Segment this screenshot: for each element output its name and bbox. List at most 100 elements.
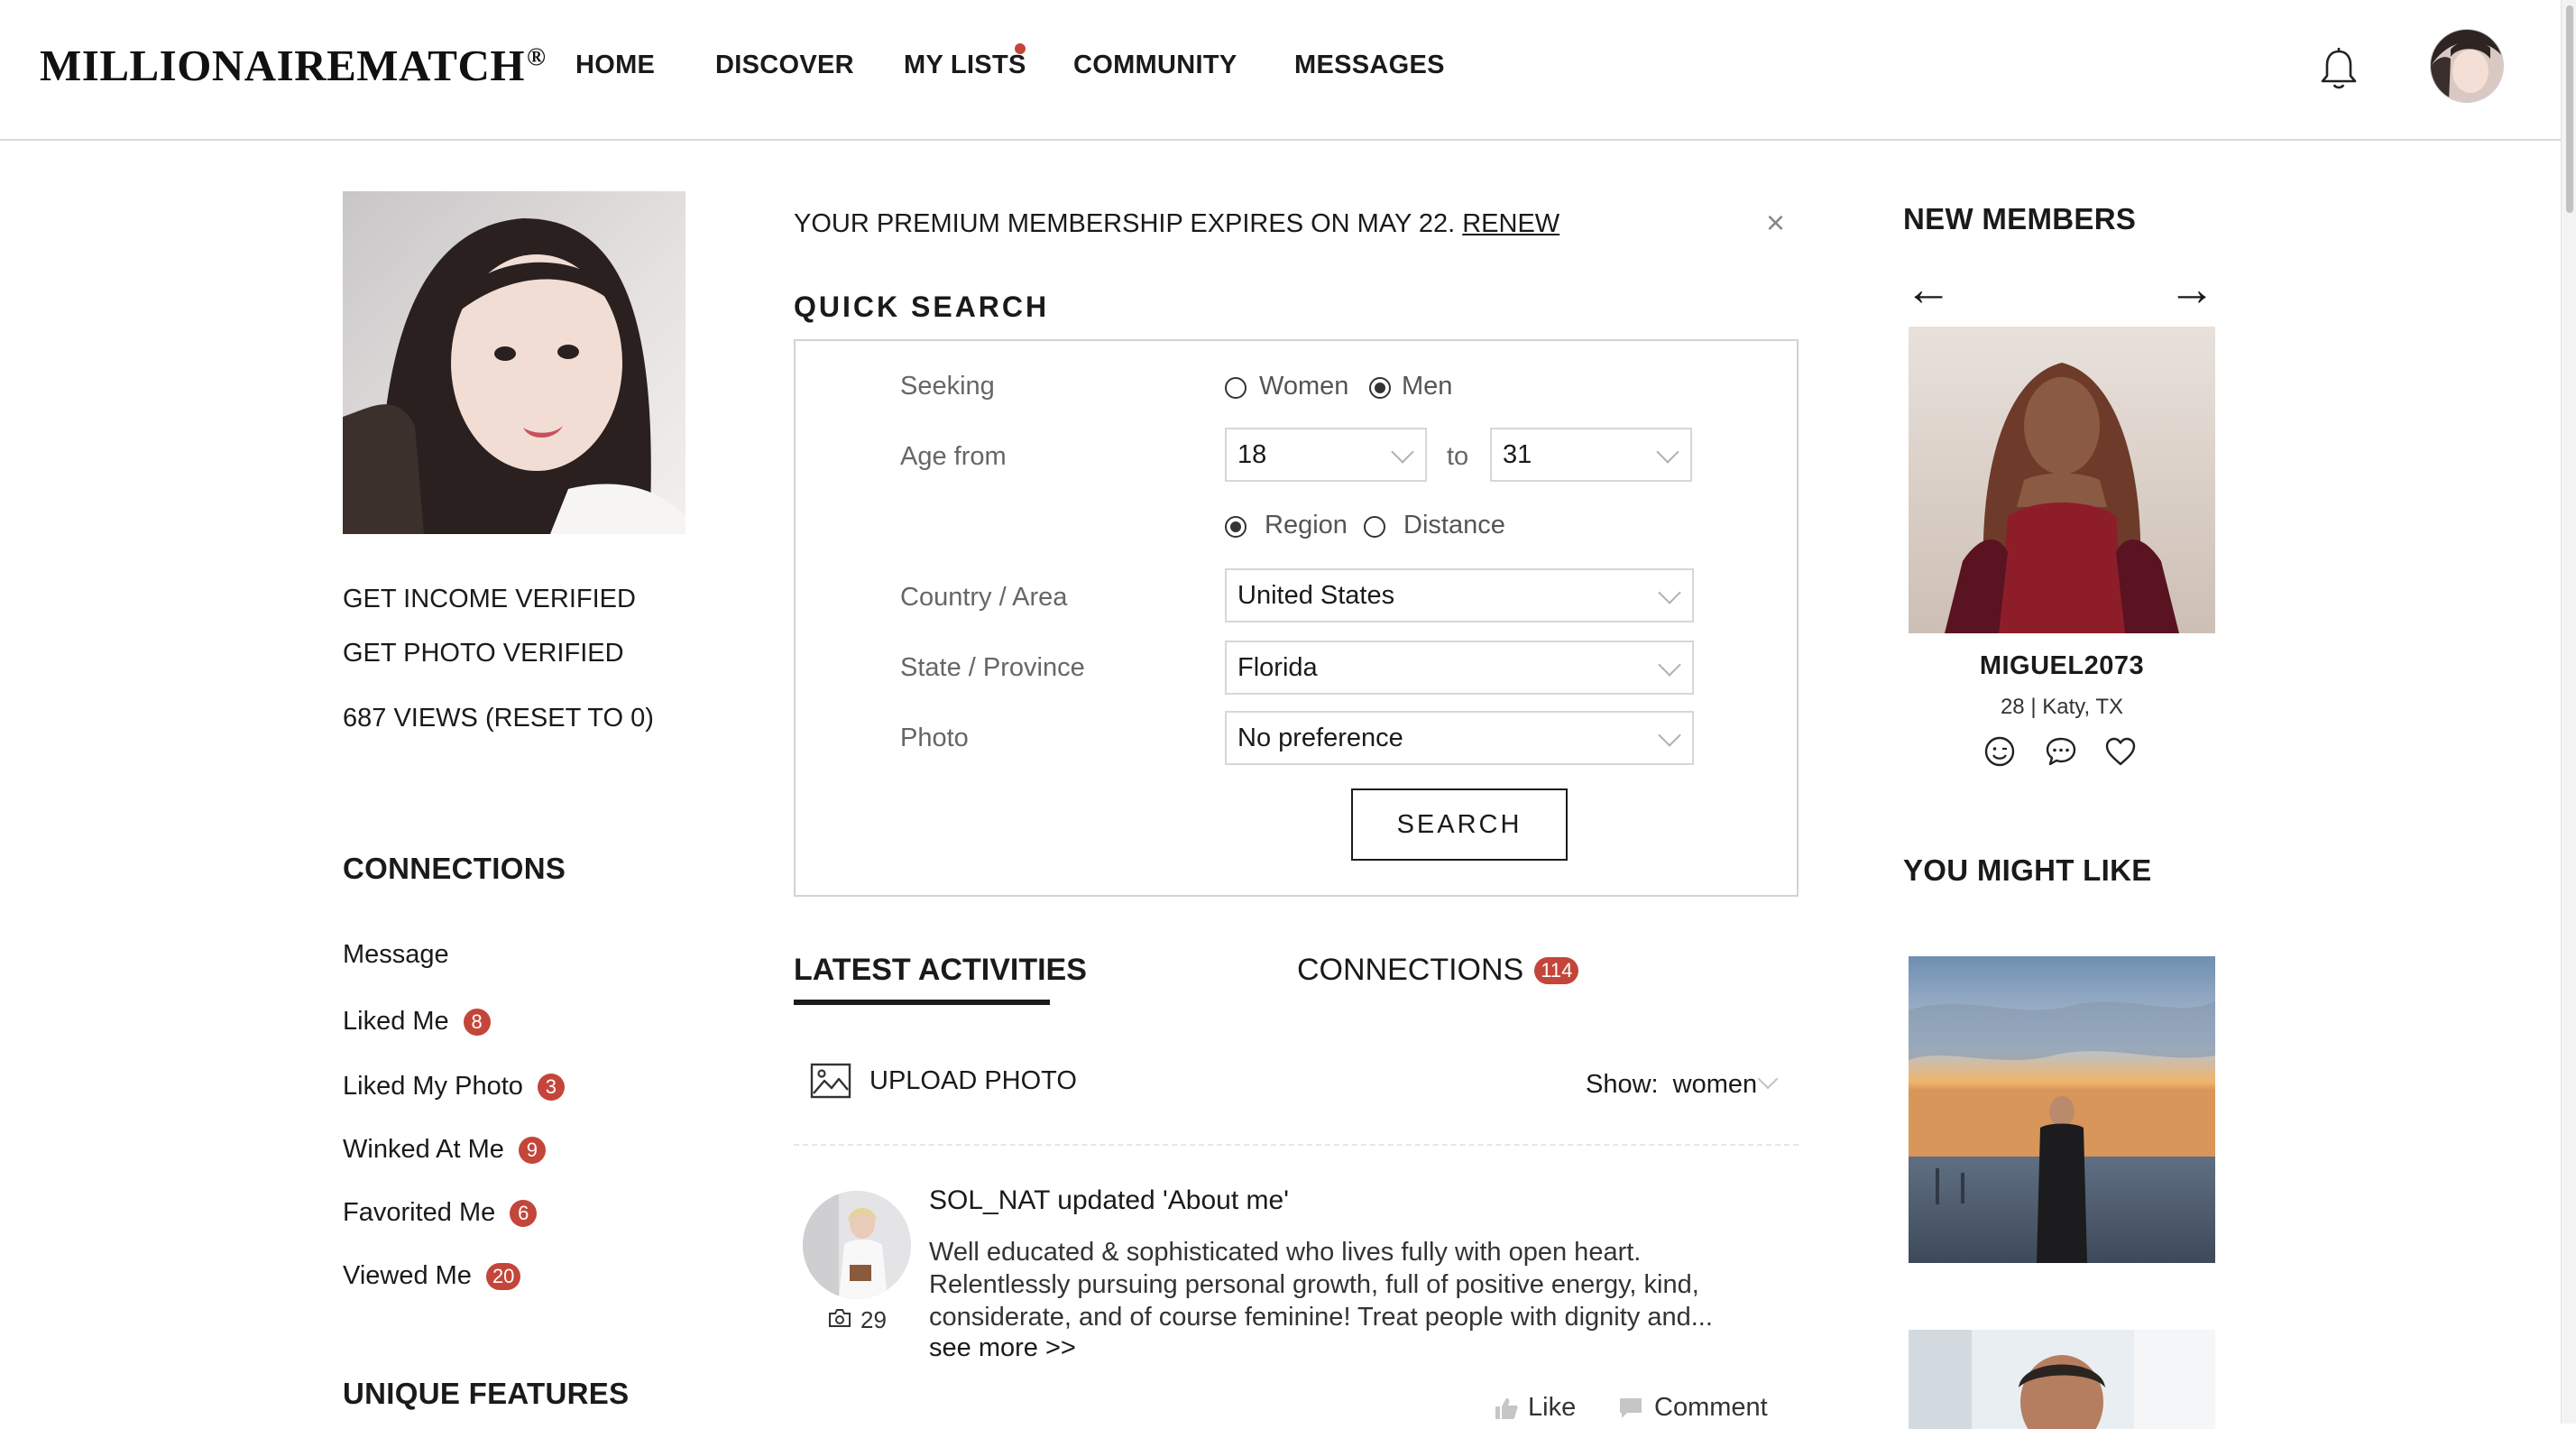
quick-search-title: QUICK SEARCH (794, 290, 1050, 323)
bell-icon[interactable] (2318, 47, 2360, 92)
image-icon[interactable] (810, 1063, 851, 1099)
comment-icon (1620, 1397, 1642, 1418)
country-select[interactable]: United States (1225, 568, 1694, 622)
activity-divider (794, 1144, 1799, 1146)
distance-label[interactable]: Distance (1403, 511, 1505, 540)
connection-liked-me[interactable]: Liked Me 8 (343, 1007, 491, 1037)
active-tab-underline (794, 1000, 1050, 1005)
renew-link[interactable]: RENEW (1462, 209, 1559, 238)
camera-icon (829, 1309, 851, 1327)
new-member-meta: 28 | Katy, TX (2000, 695, 2124, 719)
distance-radio[interactable] (1364, 516, 1385, 538)
show-filter[interactable]: Show: women (1586, 1070, 1757, 1100)
connection-label: Favorited Me (343, 1198, 496, 1227)
photo-label: Photo (900, 724, 969, 752)
state-value: Florida (1237, 653, 1318, 682)
premium-expiry-notice: YOUR PREMIUM MEMBERSHIP EXPIRES ON MAY 2… (794, 209, 1559, 239)
age-from-select[interactable]: 18 (1225, 428, 1427, 482)
connection-label: Winked At Me (343, 1135, 504, 1164)
nav-messages[interactable]: MESSAGES (1294, 51, 1445, 80)
comment-button[interactable]: Comment (1618, 1393, 1768, 1423)
chevron-down-icon[interactable] (1757, 1068, 1779, 1090)
my-lists-notification-dot (1015, 43, 1026, 54)
upload-photo-button[interactable]: UPLOAD PHOTO (869, 1066, 1077, 1096)
prev-arrow-icon[interactable]: ← (1905, 266, 1952, 313)
count-badge: 8 (463, 1008, 491, 1036)
connection-winked-at-me[interactable]: Winked At Me 9 (343, 1135, 546, 1165)
region-label[interactable]: Region (1265, 511, 1348, 540)
seeking-women-radio[interactable] (1225, 377, 1247, 399)
logo-text: MILLIONAIREMATCH (40, 41, 525, 90)
chevron-down-icon (1658, 581, 1681, 604)
connection-viewed-me[interactable]: Viewed Me 20 (343, 1261, 521, 1291)
nav-community[interactable]: COMMUNITY (1073, 51, 1237, 80)
user-avatar[interactable] (2430, 29, 2504, 103)
logo-registered-mark: ® (526, 42, 547, 71)
suggested-member-photo[interactable] (1909, 956, 2215, 1263)
site-logo[interactable]: MILLIONAIREMATCH® (40, 40, 546, 91)
connection-label: Liked My Photo (343, 1072, 523, 1101)
like-label: Like (1528, 1393, 1577, 1422)
new-member-photo[interactable] (1909, 327, 2215, 633)
tab-label: LATEST ACTIVITIES (794, 953, 1087, 987)
count-badge: 3 (537, 1073, 565, 1101)
age-to-value: 31 (1503, 440, 1532, 469)
connections-heading: CONNECTIONS (343, 852, 566, 885)
connection-label: Liked Me (343, 1007, 449, 1036)
age-to-label: to (1447, 442, 1469, 471)
get-photo-verified-link[interactable]: GET PHOTO VERIFIED (343, 639, 624, 668)
chevron-down-icon (1658, 653, 1681, 677)
scrollbar-thumb[interactable] (2566, 5, 2573, 213)
nav-home[interactable]: HOME (575, 51, 655, 80)
heart-icon[interactable] (2103, 734, 2138, 769)
country-value: United States (1237, 581, 1395, 610)
chevron-down-icon (1391, 440, 1414, 464)
connection-message[interactable]: Message (343, 940, 449, 970)
profile-photo[interactable] (343, 191, 685, 534)
state-label: State / Province (900, 653, 1085, 682)
activity-user-avatar[interactable] (803, 1191, 911, 1299)
wink-smiley-icon[interactable] (1983, 734, 2017, 769)
activity-body: Well educated & sophisticated who lives … (929, 1238, 1713, 1332)
country-label: Country / Area (900, 583, 1068, 612)
tab-latest-activities[interactable]: LATEST ACTIVITIES (794, 953, 1087, 988)
connection-label: Viewed Me (343, 1261, 472, 1290)
see-more-link[interactable]: see more >> (929, 1333, 1076, 1363)
state-select[interactable]: Florida (1225, 641, 1694, 695)
age-to-select[interactable]: 31 (1490, 428, 1692, 482)
search-button[interactable]: SEARCH (1351, 788, 1568, 861)
photo-select[interactable]: No preference (1225, 711, 1694, 765)
profile-views-reset-link[interactable]: 687 VIEWS (RESET TO 0) (343, 704, 654, 733)
connection-liked-my-photo[interactable]: Liked My Photo 3 (343, 1072, 565, 1102)
close-icon[interactable]: × (1766, 204, 1785, 242)
suggested-member-photo[interactable] (1909, 1330, 2215, 1429)
top-header: MILLIONAIREMATCH® HOME DISCOVER MY LISTS… (0, 0, 2562, 141)
count-badge: 6 (510, 1199, 538, 1227)
like-button[interactable]: Like (1494, 1393, 1576, 1423)
page-scrollbar[interactable] (2561, 0, 2576, 1424)
next-arrow-icon[interactable]: → (2168, 266, 2215, 313)
new-member-name[interactable]: MIGUEL2073 (1909, 651, 2215, 681)
connections-count-badge: 114 (1534, 956, 1579, 984)
nav-discover[interactable]: DISCOVER (715, 51, 854, 80)
chevron-down-icon (1656, 440, 1679, 464)
age-from-label: Age from (900, 442, 1007, 471)
chat-bubble-icon[interactable] (2044, 734, 2078, 769)
region-radio[interactable] (1225, 516, 1247, 538)
tab-label: CONNECTIONS (1297, 953, 1524, 987)
photo-count: 29 (860, 1306, 887, 1333)
activity-title[interactable]: SOL_NAT updated 'About me' (929, 1185, 1289, 1216)
get-income-verified-link[interactable]: GET INCOME VERIFIED (343, 585, 636, 614)
tab-connections[interactable]: CONNECTIONS 114 (1297, 953, 1579, 988)
connection-favorited-me[interactable]: Favorited Me 6 (343, 1198, 538, 1228)
unique-features-heading: UNIQUE FEATURES (343, 1377, 630, 1410)
seeking-label: Seeking (900, 372, 995, 401)
show-filter-label: Show: (1586, 1070, 1659, 1099)
seeking-women-label[interactable]: Women (1259, 372, 1348, 401)
seeking-men-radio[interactable] (1369, 377, 1391, 399)
count-badge: 9 (518, 1136, 546, 1164)
premium-text: YOUR PREMIUM MEMBERSHIP EXPIRES ON MAY 2… (794, 209, 1456, 238)
seeking-men-label[interactable]: Men (1402, 372, 1452, 401)
count-badge: 20 (485, 1262, 521, 1290)
nav-my-lists[interactable]: MY LISTS (904, 51, 1026, 80)
